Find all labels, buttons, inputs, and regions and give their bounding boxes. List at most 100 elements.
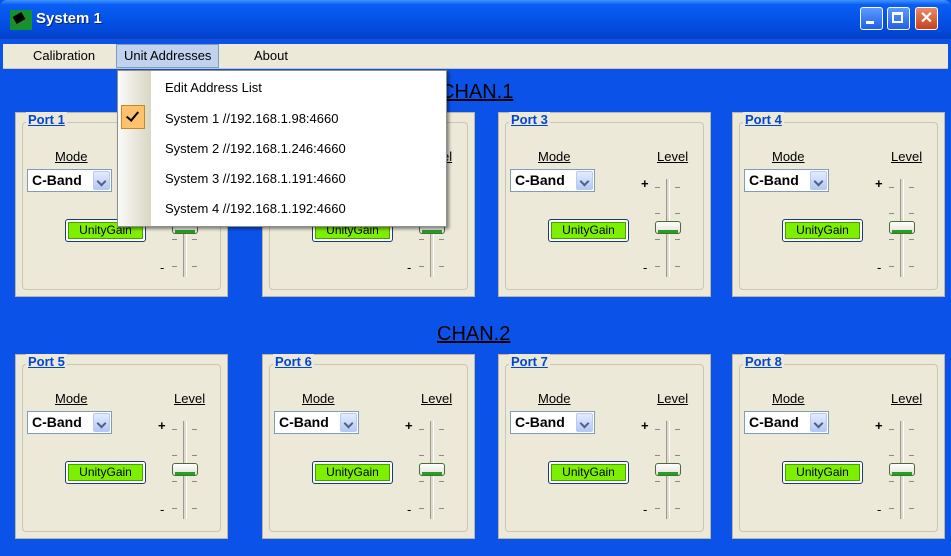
slider-tick (675, 429, 680, 430)
chevron-down-icon[interactable] (340, 413, 357, 432)
mode-select[interactable]: C-Band (510, 169, 595, 192)
port-3-panel: Port 3 Mode Level C-Band UnityGain + - (498, 112, 711, 297)
level-max-label: + (875, 418, 883, 433)
port-title[interactable]: Port 1 (26, 112, 67, 127)
level-slider-thumb[interactable] (655, 221, 681, 234)
level-max-label: + (405, 418, 413, 433)
level-slider-thumb[interactable] (889, 221, 915, 234)
chevron-down-icon[interactable] (93, 171, 110, 190)
menu-item-system-4[interactable]: System 4 //192.168.1.192:4660 (165, 194, 346, 224)
satellite-app-icon (10, 10, 32, 30)
mode-value: C-Band (749, 414, 799, 430)
minimize-icon (866, 21, 874, 24)
unity-gain-button[interactable]: UnityGain (548, 219, 629, 242)
slider-tick (889, 455, 894, 456)
unity-gain-label: UnityGain (785, 464, 860, 481)
port-groupbox (739, 364, 938, 532)
port-groupbox (505, 122, 704, 290)
mode-value: C-Band (279, 414, 329, 430)
level-min-label: - (877, 260, 882, 275)
menu-calibration[interactable]: Calibration (26, 44, 102, 68)
slider-tick (655, 213, 660, 214)
menu-item-system-2[interactable]: System 2 //192.168.1.246:4660 (165, 134, 346, 164)
menu-about[interactable]: About (247, 44, 295, 68)
mode-label: Mode (772, 149, 805, 164)
chevron-down-icon[interactable] (576, 413, 593, 432)
slider-tick (439, 455, 444, 456)
mode-select[interactable]: C-Band (274, 411, 359, 434)
menu-gutter (118, 71, 151, 226)
slider-tick (192, 481, 197, 482)
level-min-label: - (407, 502, 412, 517)
slider-tick (419, 508, 424, 509)
chevron-down-icon[interactable] (810, 171, 827, 190)
level-slider-thumb[interactable] (655, 463, 681, 476)
unity-gain-button[interactable]: UnityGain (782, 219, 863, 242)
mode-label: Mode (55, 391, 88, 406)
level-max-label: + (158, 418, 166, 433)
mode-select[interactable]: C-Band (510, 411, 595, 434)
slider-tick (655, 239, 660, 240)
slider-tick (192, 239, 197, 240)
slider-tick (192, 266, 197, 267)
unity-gain-button[interactable]: UnityGain (312, 461, 393, 484)
slider-tick (909, 481, 914, 482)
slider-tick (909, 187, 914, 188)
port-title[interactable]: Port 4 (743, 112, 784, 127)
port-8-panel: Port 8 Mode Level C-Band UnityGain + - (732, 354, 945, 539)
menu-unit-addresses[interactable]: Unit Addresses (116, 44, 220, 68)
mode-select[interactable]: C-Band (744, 169, 829, 192)
unity-gain-label: UnityGain (551, 222, 626, 239)
chevron-down-icon[interactable] (93, 413, 110, 432)
slider-tick (419, 266, 424, 267)
close-button[interactable]: ✕ (915, 7, 938, 30)
port-groupbox (739, 122, 938, 290)
slider-tick (655, 481, 660, 482)
mode-value: C-Band (515, 414, 565, 430)
unity-gain-label: UnityGain (68, 464, 143, 481)
slider-tick (889, 213, 894, 214)
port-title[interactable]: Port 3 (509, 112, 550, 127)
title-bar[interactable]: System 1 ✕ (0, 0, 951, 39)
maximize-button[interactable] (887, 7, 910, 30)
menu-item-system-3[interactable]: System 3 //192.168.1.191:4660 (165, 164, 346, 194)
level-slider-thumb[interactable] (889, 463, 915, 476)
slider-tick (172, 429, 177, 430)
slider-tick (675, 266, 680, 267)
port-6-panel: Port 6 Mode Level C-Band UnityGain + - (262, 354, 475, 539)
chevron-down-icon[interactable] (576, 171, 593, 190)
slider-tick (192, 455, 197, 456)
slider-tick (675, 508, 680, 509)
level-slider-thumb[interactable] (419, 463, 445, 476)
slider-tick (439, 266, 444, 267)
level-min-label: - (877, 502, 882, 517)
mode-label: Mode (55, 149, 88, 164)
slider-tick (655, 455, 660, 456)
level-label: Level (891, 391, 923, 406)
minimize-button[interactable] (860, 7, 883, 30)
chevron-down-icon[interactable] (810, 413, 827, 432)
mode-select[interactable]: C-Band (27, 169, 112, 192)
slider-tick (192, 429, 197, 430)
slider-tick (172, 508, 177, 509)
level-min-label: - (160, 502, 165, 517)
port-title[interactable]: Port 5 (26, 354, 67, 369)
unity-gain-label: UnityGain (551, 464, 626, 481)
menu-item-edit-address-list[interactable]: Edit Address List (165, 73, 262, 103)
slider-tick (419, 429, 424, 430)
mode-select[interactable]: C-Band (744, 411, 829, 434)
level-label: Level (657, 391, 689, 406)
unity-gain-button[interactable]: UnityGain (548, 461, 629, 484)
menu-item-system-1[interactable]: System 1 //192.168.1.98:4660 (165, 104, 338, 134)
port-title[interactable]: Port 6 (273, 354, 314, 369)
level-min-label: - (160, 260, 165, 275)
channel-2-title: CHAN.2 (437, 323, 511, 345)
level-slider-thumb[interactable] (172, 463, 198, 476)
unity-gain-button[interactable]: UnityGain (782, 461, 863, 484)
mode-select[interactable]: C-Band (27, 411, 112, 434)
port-title[interactable]: Port 8 (743, 354, 784, 369)
port-4-panel: Port 4 Mode Level C-Band UnityGain + - (732, 112, 945, 297)
unity-gain-button[interactable]: UnityGain (65, 461, 146, 484)
port-title[interactable]: Port 7 (509, 354, 550, 369)
slider-tick (419, 455, 424, 456)
